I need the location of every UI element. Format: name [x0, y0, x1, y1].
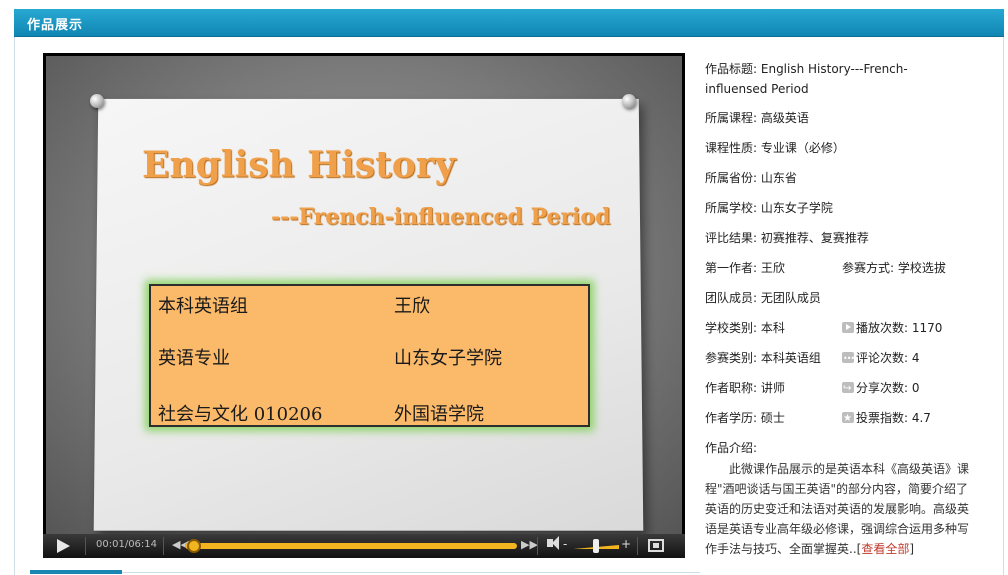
fast-forward-icon[interactable]: ▶▶: [521, 538, 538, 551]
participation: 参赛方式: 学校选拔: [842, 261, 946, 275]
section-header: 作品展示: [14, 9, 1004, 37]
slide-author: 王欣: [394, 296, 430, 317]
comment-count-text: 评论次数: 4: [856, 351, 920, 365]
work-title: 作品标题: English History---French-influense…: [705, 59, 970, 99]
play-count: 播放次数: 1170: [842, 318, 942, 338]
bracket-close: ]: [909, 542, 915, 556]
intro-label: 作品介绍:: [705, 441, 758, 455]
video-frame[interactable]: English History ---French-influenced Per…: [46, 56, 682, 534]
play-count-icon: [842, 322, 854, 333]
course-nature: 课程性质: 专业课（必修）: [705, 141, 845, 155]
bottom-tab-indicator: [30, 570, 122, 574]
slide-title: English History: [142, 144, 456, 186]
play-count-text: 播放次数: 1170: [856, 321, 943, 335]
comment-count: 评论次数: 4: [842, 348, 920, 369]
vote-index: 投票指数: 4.7: [842, 408, 931, 429]
author-degree: 作者学历: 硕士: [705, 411, 785, 425]
volume-down-button[interactable]: -: [563, 537, 567, 551]
school: 所属学校: 山东女子学院: [705, 201, 833, 215]
progress-bar[interactable]: [185, 539, 517, 553]
comment-icon: [842, 349, 854, 369]
team-members: 团队成员: 无团队成员: [705, 291, 821, 305]
video-player[interactable]: English History ---French-influenced Per…: [43, 53, 685, 558]
province: 所属省份: 山东省: [705, 171, 797, 185]
author-title: 作者职称: 讲师: [705, 381, 785, 395]
slide-info-box: 本科英语组 王欣 英语专业 山东女子学院 社会与文化 010206 外国语学院: [149, 284, 590, 427]
volume-cone: [552, 536, 559, 550]
intro-body: 此微课作品展示的是英语本科《高级英语》课程"酒吧谈话与国王英语"的部分内容，简要…: [705, 462, 970, 556]
slide-major: 英语专业: [158, 348, 230, 369]
slide-college: 外国语学院: [394, 404, 484, 425]
section-title: 作品展示: [27, 18, 84, 33]
slide-school: 山东女子学院: [394, 348, 502, 369]
play-icon[interactable]: [57, 539, 70, 553]
time-display: 00:01/06:14: [96, 539, 158, 550]
progress-fill: [185, 543, 517, 549]
school-type: 学校类别: 本科: [705, 321, 785, 335]
separator: [163, 537, 164, 555]
result: 评比结果: 初赛推荐、复赛推荐: [705, 231, 869, 245]
vote-icon: [842, 409, 854, 429]
slide-subtitle: ---French-influenced Period: [271, 204, 611, 230]
pin-icon: [622, 94, 636, 108]
volume-handle[interactable]: [593, 539, 599, 553]
share-icon: [842, 379, 854, 399]
volume-up-button[interactable]: +: [621, 537, 631, 551]
slide-code: 社会与文化 010206: [158, 404, 323, 425]
intro-text: 此微课作品展示的是英语本科《高级英语》课程"酒吧谈话与国王英语"的部分内容，简要…: [705, 459, 970, 559]
category: 参赛类别: 本科英语组: [705, 351, 821, 365]
separator: [637, 537, 638, 555]
share-count-text: 分享次数: 0: [856, 381, 920, 395]
course: 所属课程: 高级英语: [705, 111, 809, 125]
vote-index-text: 投票指数: 4.7: [856, 411, 931, 425]
view-all-link[interactable]: 查看全部: [861, 542, 909, 556]
separator: [85, 537, 86, 555]
work-title-label: 作品标题:: [705, 62, 758, 76]
pin-icon: [90, 94, 104, 108]
first-author: 第一作者: 王欣: [705, 261, 785, 275]
player-controls: 00:01/06:14 ◀◀ ▶▶ - +: [43, 534, 685, 558]
progress-handle[interactable]: [186, 539, 201, 553]
bottom-divider: [122, 572, 700, 573]
slide-group: 本科英语组: [158, 296, 248, 317]
separator: [537, 537, 538, 555]
fullscreen-icon[interactable]: [648, 539, 664, 552]
share-count: 分享次数: 0: [842, 378, 920, 399]
